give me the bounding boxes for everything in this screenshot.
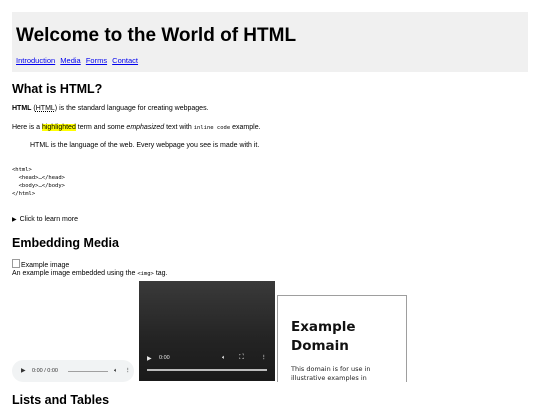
image-caption: An example image embedded using the <img…: [12, 269, 168, 279]
audio-play-icon[interactable]: ▶: [21, 360, 26, 382]
highlight-paragraph-text-d: example.: [230, 124, 261, 131]
highlight-paragraph-text-a: Here is a: [12, 124, 42, 131]
video-fullscreen-icon[interactable]: ⛶: [239, 354, 244, 362]
page-header: Welcome to the World of HTML Introductio…: [12, 12, 528, 72]
html-abbr[interactable]: HTML: [36, 105, 55, 112]
highlight-paragraph-text-c: text with: [164, 124, 194, 131]
section-heading-lists-and-tables: Lists and Tables: [12, 393, 110, 407]
details-disclosure[interactable]: ▶ Click to learn more: [12, 215, 78, 225]
audio-progress-slider[interactable]: [68, 370, 108, 372]
section-heading-what-is-html: What is HTML?: [12, 82, 103, 96]
highlight-paragraph: Here is a highlighted term and some emph…: [12, 123, 261, 133]
broken-image-icon: [12, 259, 20, 268]
example-image-alt: Example image: [21, 262, 70, 269]
audio-volume-icon[interactable]: 🔈︎: [114, 360, 118, 382]
html-strong: HTML: [12, 105, 32, 112]
emphasized-text: emphasized: [126, 124, 165, 131]
iframe-title: Example Domain: [291, 319, 356, 354]
video-play-icon[interactable]: ▶: [147, 355, 152, 362]
video-volume-icon[interactable]: 🔈︎: [222, 355, 226, 362]
image-caption-text-a: An example image embedded using the: [12, 270, 138, 277]
highlight-paragraph-text-b: term and some: [75, 124, 127, 131]
intro-paragraph-text: is the standard language for creating we…: [57, 105, 209, 112]
video-progress-slider[interactable]: [147, 369, 267, 371]
code-block: <html> <head>…</head> <body>…</body> </h…: [12, 167, 65, 197]
iframe-text: This domain is for use in illustrative e…: [291, 365, 371, 382]
disclosure-triangle-icon: ▶: [12, 217, 17, 223]
intro-paragraph: HTML (HTML) is the standard language for…: [12, 105, 209, 112]
highlighted-term: highlighted: [41, 124, 76, 131]
nav-link-contact[interactable]: Contact: [112, 56, 138, 65]
nav-link-forms[interactable]: Forms: [86, 56, 107, 65]
inline-code: inline code: [193, 125, 231, 131]
image-caption-text-b: tag.: [153, 270, 168, 277]
video-time: 0:00: [159, 355, 170, 361]
main-nav: Introduction Media Forms Contact: [16, 56, 141, 66]
video-more-icon[interactable]: ⋮: [261, 355, 267, 361]
audio-more-icon[interactable]: ⋮: [125, 360, 131, 382]
video-player[interactable]: ▶ 0:00 🔈︎ ⛶ ⋮: [139, 281, 275, 381]
audio-time: 0:00 / 0:00: [32, 368, 58, 374]
nav-link-introduction[interactable]: Introduction: [16, 56, 55, 65]
page-title: Welcome to the World of HTML: [16, 25, 297, 46]
details-summary: Click to learn more: [19, 216, 78, 223]
section-heading-embedding-media: Embedding Media: [12, 236, 119, 250]
embedded-iframe[interactable]: Example Domain This domain is for use in…: [277, 295, 407, 382]
audio-player: ▶ 0:00 / 0:00 🔈︎ ⋮: [12, 360, 134, 382]
nav-link-media[interactable]: Media: [60, 56, 80, 65]
img-tag-code: <img>: [137, 271, 154, 277]
blockquote: HTML is the language of the web. Every w…: [30, 142, 260, 149]
